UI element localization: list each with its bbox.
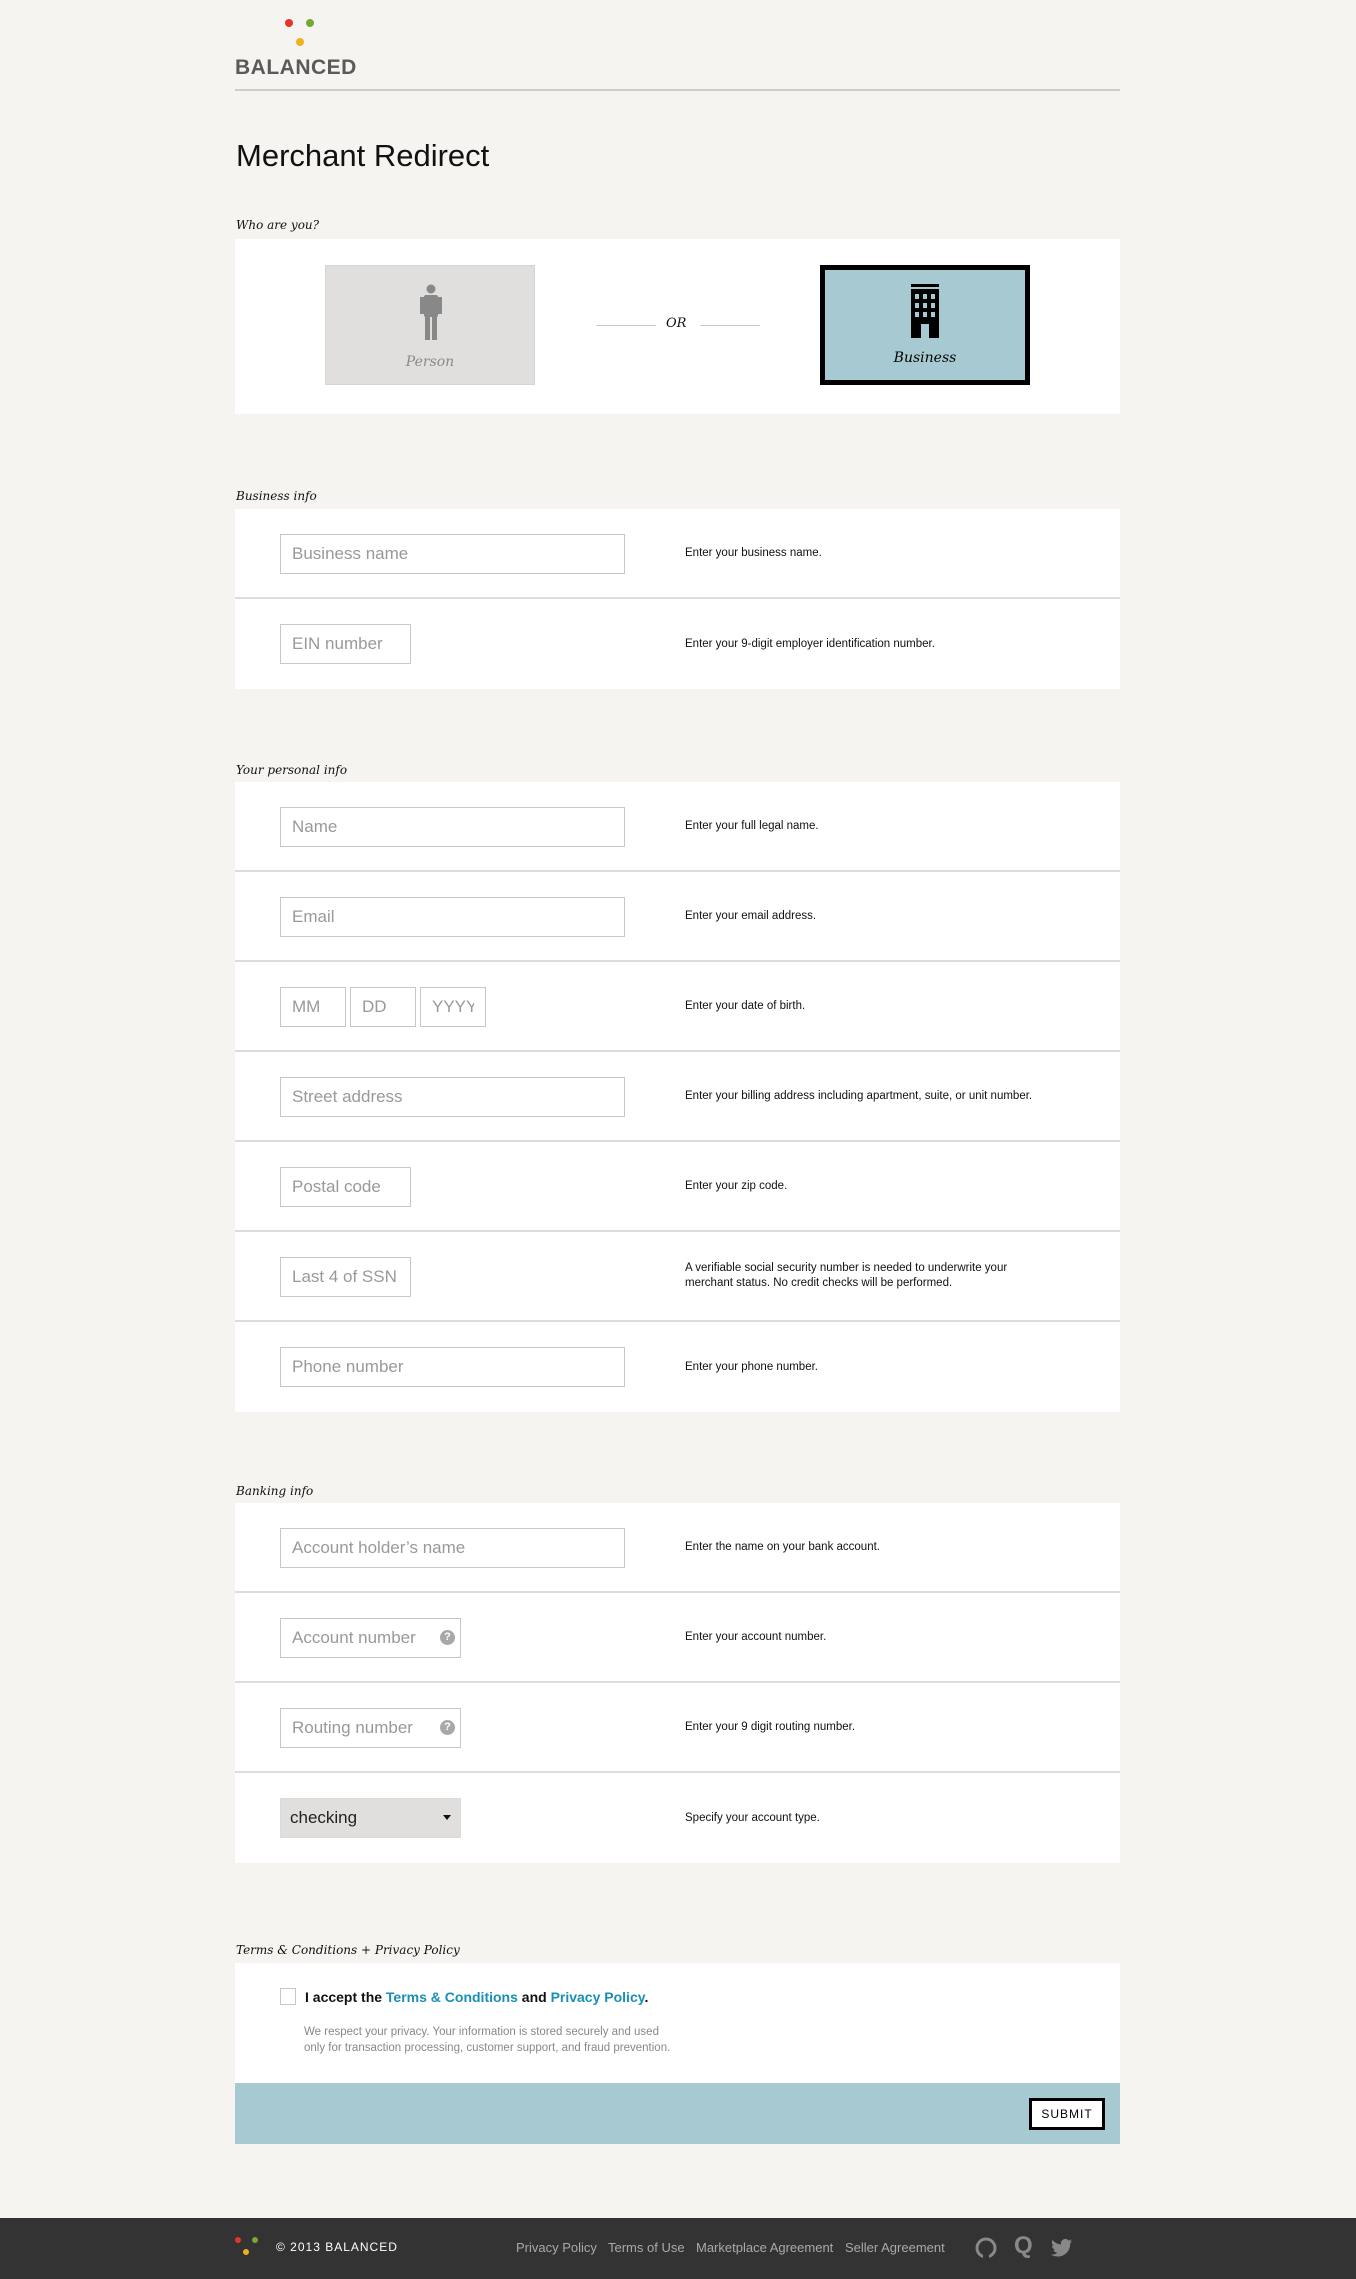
or-line-left xyxy=(596,325,656,326)
email-input[interactable] xyxy=(280,897,625,937)
privacy-line: only for transaction processing, custome… xyxy=(304,2042,671,2054)
accept-text: I accept the Terms & Conditions and Priv… xyxy=(305,1989,648,2005)
name-input[interactable] xyxy=(280,807,625,847)
privacy-line: We respect your privacy. Your informatio… xyxy=(304,2026,659,2038)
header-divider xyxy=(235,89,1120,91)
business-label: Business xyxy=(893,350,957,366)
help-text: Enter your email address. xyxy=(685,909,817,922)
terms-panel: I accept the Terms & Conditions and Priv… xyxy=(235,1963,1120,2083)
who-label: Who are you? xyxy=(236,218,320,232)
business-name-input[interactable] xyxy=(280,534,625,574)
footer-marketplace-link[interactable]: Marketplace Agreement xyxy=(696,2240,833,2255)
logo-dot-red xyxy=(285,19,293,27)
page-title: Merchant Redirect xyxy=(236,138,490,173)
period: . xyxy=(644,1989,649,2005)
routing-number-input[interactable] xyxy=(280,1708,461,1748)
github-icon[interactable] xyxy=(975,2237,997,2259)
form-row: Enter your business name. xyxy=(235,509,1120,599)
or-line-right xyxy=(700,325,760,326)
building-icon xyxy=(911,284,939,338)
copyright: © 2013 BALANCED xyxy=(276,2240,398,2254)
footer: © 2013 BALANCED Privacy Policy Terms of … xyxy=(0,2218,1356,2279)
footer-privacy-link[interactable]: Privacy Policy xyxy=(516,2240,597,2255)
terms-label: Terms & Conditions + Privacy Policy xyxy=(236,1943,460,1957)
form-row: Enter your 9-digit employer identificati… xyxy=(235,599,1120,689)
banking-info-label: Banking info xyxy=(236,1484,314,1498)
help-text: Enter your 9-digit employer identificati… xyxy=(685,637,935,650)
phone-input[interactable] xyxy=(280,1347,625,1387)
privacy-link[interactable]: Privacy Policy xyxy=(551,1989,645,2005)
dob-month-input[interactable] xyxy=(280,987,346,1027)
footer-dot-yellow xyxy=(243,2249,249,2255)
footer-dot-red xyxy=(235,2237,241,2243)
help-text: Enter your business name. xyxy=(685,546,822,559)
submit-bar: SUBMIT xyxy=(235,2083,1120,2144)
form-row: Enter your billing address including apa… xyxy=(235,1052,1120,1142)
logo-dot-yellow xyxy=(296,38,304,46)
help-text: Enter your account number. xyxy=(685,1630,827,1643)
ein-input[interactable] xyxy=(280,624,411,664)
or-label: OR xyxy=(666,316,687,331)
help-text: Enter the name on your bank account. xyxy=(685,1540,880,1553)
help-text: Enter your zip code. xyxy=(685,1179,788,1192)
ssn-last4-input[interactable] xyxy=(280,1257,411,1297)
business-info-panel: Enter your business name. Enter your 9-d… xyxy=(235,509,1120,689)
form-row: Enter your zip code. xyxy=(235,1142,1120,1232)
submit-button[interactable]: SUBMIT xyxy=(1029,2098,1105,2130)
help-text: Specify your account type. xyxy=(685,1811,820,1824)
dob-year-input[interactable] xyxy=(420,987,486,1027)
terms-link[interactable]: Terms & Conditions xyxy=(386,1989,518,2005)
account-type-select[interactable]: checking xyxy=(280,1798,461,1838)
help-text: A verifiable social security number is n… xyxy=(685,1262,1008,1289)
banking-info-panel: Enter the name on your bank account. ? E… xyxy=(235,1503,1120,1863)
form-row: ? Enter your account number. xyxy=(235,1593,1120,1683)
who-panel: Person OR Business xyxy=(235,239,1120,414)
person-icon xyxy=(420,284,442,340)
and-text: and xyxy=(521,1989,547,2005)
footer-terms-link[interactable]: Terms of Use xyxy=(608,2240,685,2255)
person-label: Person xyxy=(405,354,455,370)
account-type-value: checking xyxy=(290,1808,358,1827)
twitter-icon[interactable] xyxy=(1051,2238,1073,2258)
privacy-note: We respect your privacy. Your informatio… xyxy=(304,2024,670,2056)
account-holder-input[interactable] xyxy=(280,1528,625,1568)
business-info-label: Business info xyxy=(236,489,317,503)
help-text: Enter your 9 digit routing number. xyxy=(685,1720,856,1733)
form-row: Enter your phone number. xyxy=(235,1322,1120,1412)
form-row: checking Specify your account type. xyxy=(235,1773,1120,1863)
account-number-input[interactable] xyxy=(280,1618,461,1658)
help-text: Enter your date of birth. xyxy=(685,999,806,1012)
personal-info-label: Your personal info xyxy=(236,763,348,777)
help-text: Enter your phone number. xyxy=(685,1360,818,1373)
accept-checkbox[interactable] xyxy=(280,1988,296,2005)
postal-code-input[interactable] xyxy=(280,1167,411,1207)
footer-dot-green xyxy=(252,2237,258,2243)
help-text: Enter your full legal name. xyxy=(685,819,819,832)
form-row: ? Enter your 9 digit routing number. xyxy=(235,1683,1120,1773)
form-row: Enter your date of birth. xyxy=(235,962,1120,1052)
logo-dot-green xyxy=(306,19,314,27)
form-row: Enter the name on your bank account. xyxy=(235,1503,1120,1593)
help-text: Enter your billing address including apa… xyxy=(685,1089,1033,1102)
form-row: Enter your full legal name. xyxy=(235,782,1120,872)
dob-day-input[interactable] xyxy=(350,987,416,1027)
footer-seller-link[interactable]: Seller Agreement xyxy=(845,2240,945,2255)
quora-icon[interactable]: Q xyxy=(1014,2232,1033,2260)
accept-prefix: I accept the xyxy=(305,1989,383,2005)
street-address-input[interactable] xyxy=(280,1077,625,1117)
business-option[interactable]: Business xyxy=(820,265,1030,385)
brand-name: BALANCED xyxy=(235,56,357,79)
person-option[interactable]: Person xyxy=(325,265,535,385)
personal-info-panel: Enter your full legal name. Enter your e… xyxy=(235,782,1120,1412)
form-row: Enter your email address. xyxy=(235,872,1120,962)
caret-down-icon xyxy=(443,1815,451,1820)
form-row: A verifiable social security number is n… xyxy=(235,1232,1120,1322)
